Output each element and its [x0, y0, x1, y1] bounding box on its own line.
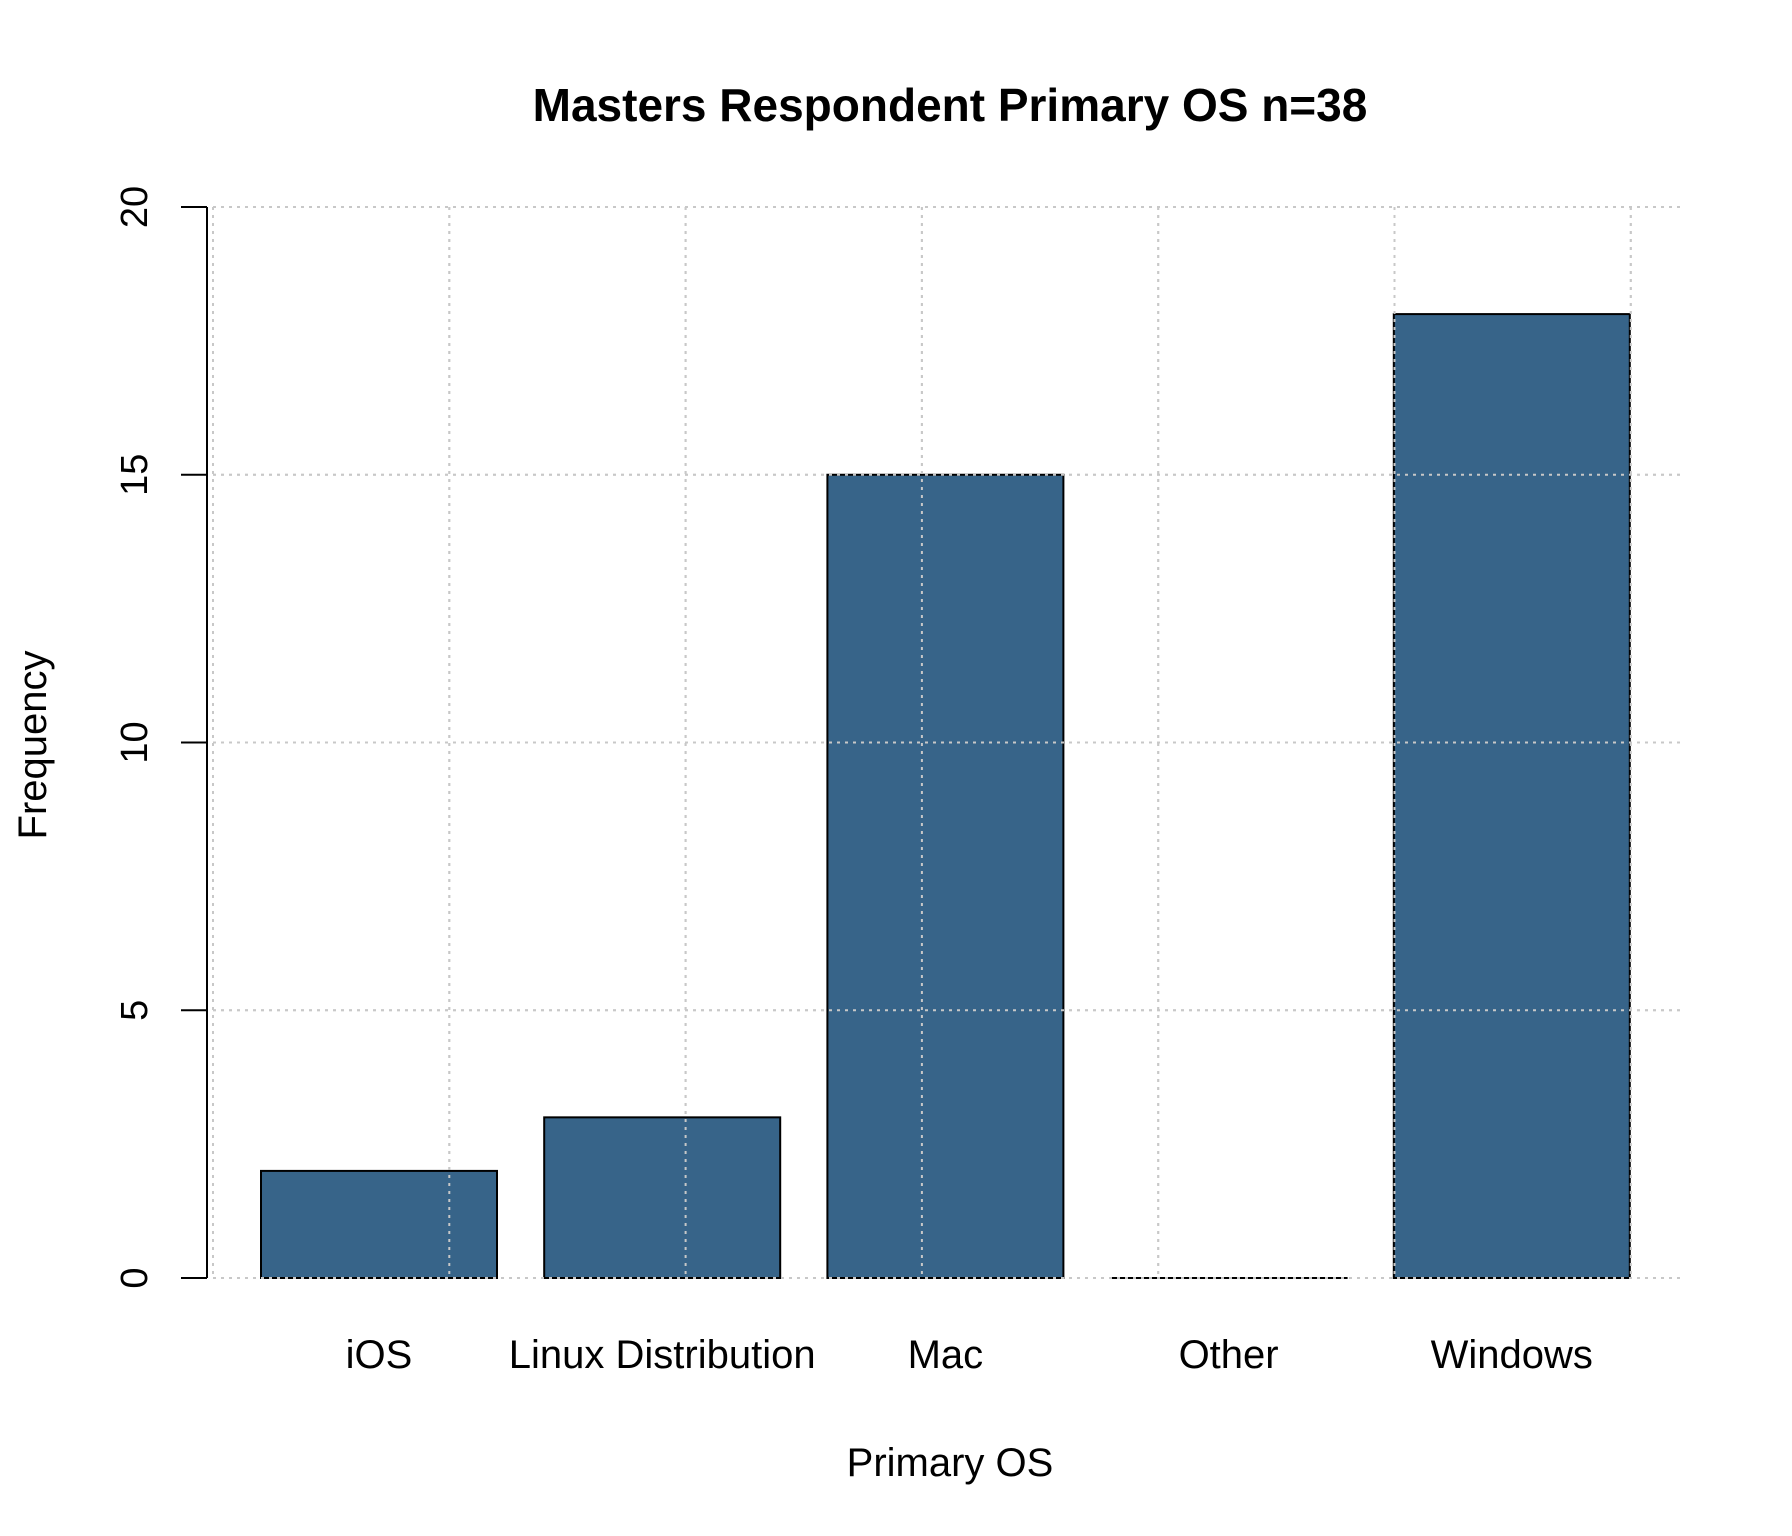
x-tick-label: Other	[1179, 1333, 1279, 1377]
x-tick-labels: iOS Linux Distribution Mac Other Windows	[346, 1333, 1593, 1377]
bar-chart: 0 5 10 15 20 iOS Linux Distribution Mac Other Wi…	[11, 79, 1681, 1485]
y-tick-label: 5	[114, 1000, 156, 1021]
x-tick-label: iOS	[346, 1333, 413, 1377]
y-tick-label: 0	[114, 1267, 156, 1288]
y-tick-label: 15	[114, 454, 156, 496]
x-tick-label: Mac	[908, 1333, 984, 1377]
y-axis: 0 5 10 15 20	[114, 186, 208, 1289]
x-tick-label: Linux Distribution	[509, 1333, 816, 1377]
bar-windows	[1392, 313, 1631, 1280]
x-axis-label: Primary OS	[847, 1441, 1054, 1485]
bar-ios	[260, 1169, 498, 1280]
y-tick-label: 10	[114, 721, 156, 763]
bars	[260, 313, 1631, 1280]
bar-linux-distribution	[543, 1116, 782, 1279]
x-tick-label: Windows	[1431, 1333, 1593, 1377]
y-tick-label: 20	[114, 186, 156, 228]
chart-title: Masters Respondent Primary OS n=38	[533, 79, 1368, 131]
y-axis-label: Frequency	[11, 651, 55, 840]
bar-mac	[826, 473, 1065, 1279]
